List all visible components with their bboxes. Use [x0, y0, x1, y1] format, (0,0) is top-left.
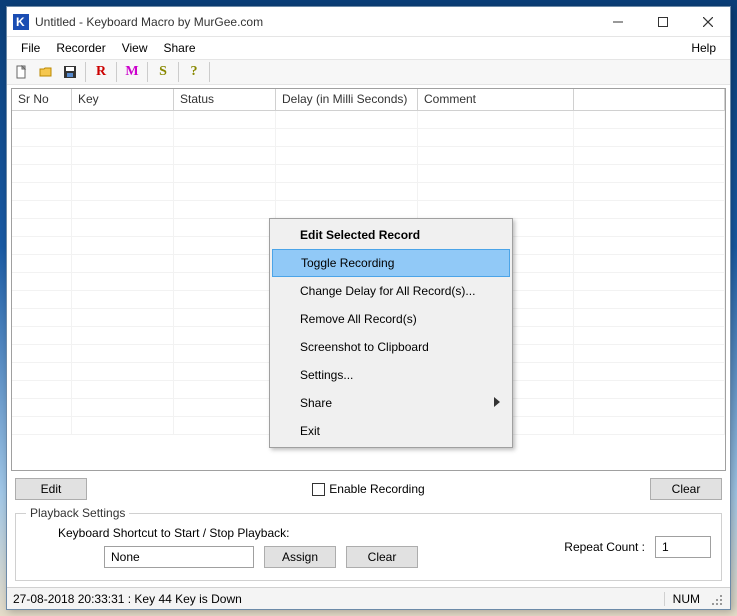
- cm-settings[interactable]: Settings...: [272, 361, 510, 389]
- status-num: NUM: [664, 592, 708, 606]
- window-title: Untitled - Keyboard Macro by MurGee.com: [35, 15, 595, 29]
- toolbar: R M S ?: [7, 59, 730, 85]
- col-srno[interactable]: Sr No: [12, 89, 72, 110]
- cm-share[interactable]: Share: [272, 389, 510, 417]
- clear-shortcut-button[interactable]: Clear: [346, 546, 418, 568]
- playback-legend: Playback Settings: [26, 506, 129, 520]
- app-icon: K: [13, 14, 29, 30]
- grid-header: Sr No Key Status Delay (in Milli Seconds…: [12, 89, 725, 111]
- macro-m-button[interactable]: M: [121, 61, 143, 83]
- cm-exit[interactable]: Exit: [272, 417, 510, 445]
- clear-button[interactable]: Clear: [650, 478, 722, 500]
- cm-screenshot-clipboard[interactable]: Screenshot to Clipboard: [272, 333, 510, 361]
- col-delay[interactable]: Delay (in Milli Seconds): [276, 89, 418, 110]
- shortcut-label: Keyboard Shortcut to Start / Stop Playba…: [58, 526, 418, 540]
- col-spacer: [574, 89, 725, 110]
- shortcut-input[interactable]: None: [104, 546, 254, 568]
- record-r-button[interactable]: R: [90, 61, 112, 83]
- repeat-count-label: Repeat Count :: [564, 540, 645, 554]
- context-menu: Edit Selected Record Toggle Recording Ch…: [269, 218, 513, 448]
- menu-recorder[interactable]: Recorder: [48, 39, 113, 57]
- menu-view[interactable]: View: [114, 39, 156, 57]
- edit-button[interactable]: Edit: [15, 478, 87, 500]
- cm-toggle-recording[interactable]: Toggle Recording: [272, 249, 510, 277]
- context-menu-title: Edit Selected Record: [272, 221, 510, 249]
- playback-settings-group: Playback Settings Keyboard Shortcut to S…: [15, 506, 722, 581]
- maximize-button[interactable]: [640, 7, 685, 36]
- assign-button[interactable]: Assign: [264, 546, 336, 568]
- menu-file[interactable]: File: [13, 39, 48, 57]
- cm-change-delay[interactable]: Change Delay for All Record(s)...: [272, 277, 510, 305]
- save-icon[interactable]: [59, 61, 81, 83]
- col-key[interactable]: Key: [72, 89, 174, 110]
- col-comment[interactable]: Comment: [418, 89, 574, 110]
- menu-share[interactable]: Share: [156, 39, 204, 57]
- submenu-arrow-icon: [494, 396, 500, 410]
- resize-grip-icon[interactable]: [708, 591, 724, 607]
- minimize-button[interactable]: [595, 7, 640, 36]
- col-status[interactable]: Status: [174, 89, 276, 110]
- checkbox-icon: [312, 483, 325, 496]
- enable-recording-checkbox[interactable]: Enable Recording: [312, 482, 424, 496]
- below-grid-bar: Edit Enable Recording Clear: [7, 474, 730, 504]
- enable-recording-label: Enable Recording: [329, 482, 424, 496]
- app-window: K Untitled - Keyboard Macro by MurGee.co…: [6, 6, 731, 610]
- help-q-button[interactable]: ?: [183, 61, 205, 83]
- repeat-count-input[interactable]: 1: [655, 536, 711, 558]
- menubar: File Recorder View Share Help: [7, 37, 730, 59]
- close-button[interactable]: [685, 7, 730, 36]
- svg-text:K: K: [16, 15, 25, 29]
- status-message: 27-08-2018 20:33:31 : Key 44 Key is Down: [13, 592, 664, 606]
- titlebar: K Untitled - Keyboard Macro by MurGee.co…: [7, 7, 730, 37]
- stop-s-button[interactable]: S: [152, 61, 174, 83]
- statusbar: 27-08-2018 20:33:31 : Key 44 Key is Down…: [7, 587, 730, 609]
- cm-remove-all[interactable]: Remove All Record(s): [272, 305, 510, 333]
- new-file-icon[interactable]: [11, 61, 33, 83]
- menu-help[interactable]: Help: [683, 39, 724, 57]
- open-file-icon[interactable]: [35, 61, 57, 83]
